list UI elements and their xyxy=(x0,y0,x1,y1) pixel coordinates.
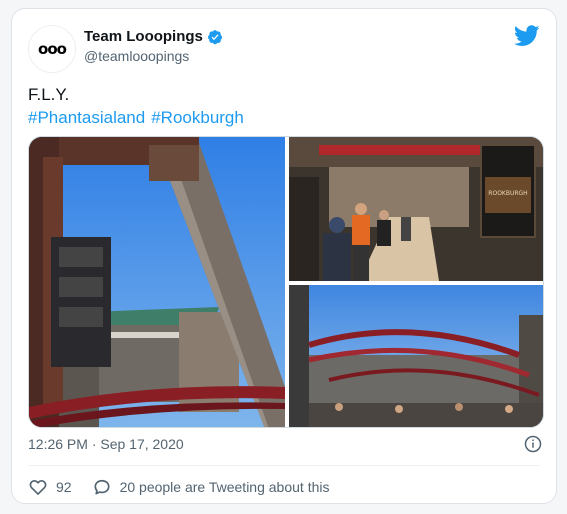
divider xyxy=(28,465,540,466)
tweet-text: F.L.Y. #Phantasialand #Rookburgh xyxy=(28,83,250,129)
hashtag-link[interactable]: #Phantasialand xyxy=(28,108,145,127)
engagement-bar: 92 20 people are Tweeting about this xyxy=(28,477,349,497)
photo-coaster-sky[interactable] xyxy=(29,137,285,427)
poster-text: ROOKBURGH xyxy=(488,190,527,197)
tweet-timestamp[interactable]: 12:26 PM · Sep 17, 2020 xyxy=(28,436,184,452)
hashtag-link[interactable]: #Rookburgh xyxy=(151,108,244,127)
hashtag-row: #Phantasialand #Rookburgh xyxy=(28,106,250,129)
twitter-bird-icon[interactable] xyxy=(514,25,540,47)
info-icon[interactable] xyxy=(524,435,542,453)
display-name[interactable]: Team Looopings xyxy=(84,28,203,45)
photo-1-image xyxy=(29,137,285,427)
photo-track-overview[interactable] xyxy=(289,285,543,427)
heart-icon xyxy=(29,479,47,495)
author-handle[interactable]: @teamlooopings xyxy=(84,48,189,64)
author-name-row: Team Looopings xyxy=(84,28,223,45)
photo-queue-line[interactable]: ROOKBURGH xyxy=(289,137,543,281)
like-count: 92 xyxy=(56,479,72,495)
comment-icon xyxy=(94,479,110,495)
like-button[interactable]: 92 xyxy=(28,477,72,497)
avatar[interactable]: ooo xyxy=(28,25,76,73)
verified-badge-icon xyxy=(207,29,222,44)
tweeting-label: 20 people are Tweeting about this xyxy=(119,479,330,495)
media-grid: ROOKBURGH xyxy=(28,136,544,428)
tweet-card[interactable]: ooo Team Looopings @teamlooopings F.L.Y.… xyxy=(11,8,557,504)
tweeting-about-button[interactable]: 20 people are Tweeting about this xyxy=(92,477,330,497)
photo-2-image: ROOKBURGH xyxy=(289,137,543,281)
photo-3-image xyxy=(289,285,543,427)
tweet-text-line: F.L.Y. xyxy=(28,85,70,104)
avatar-logo: ooo xyxy=(38,40,67,58)
